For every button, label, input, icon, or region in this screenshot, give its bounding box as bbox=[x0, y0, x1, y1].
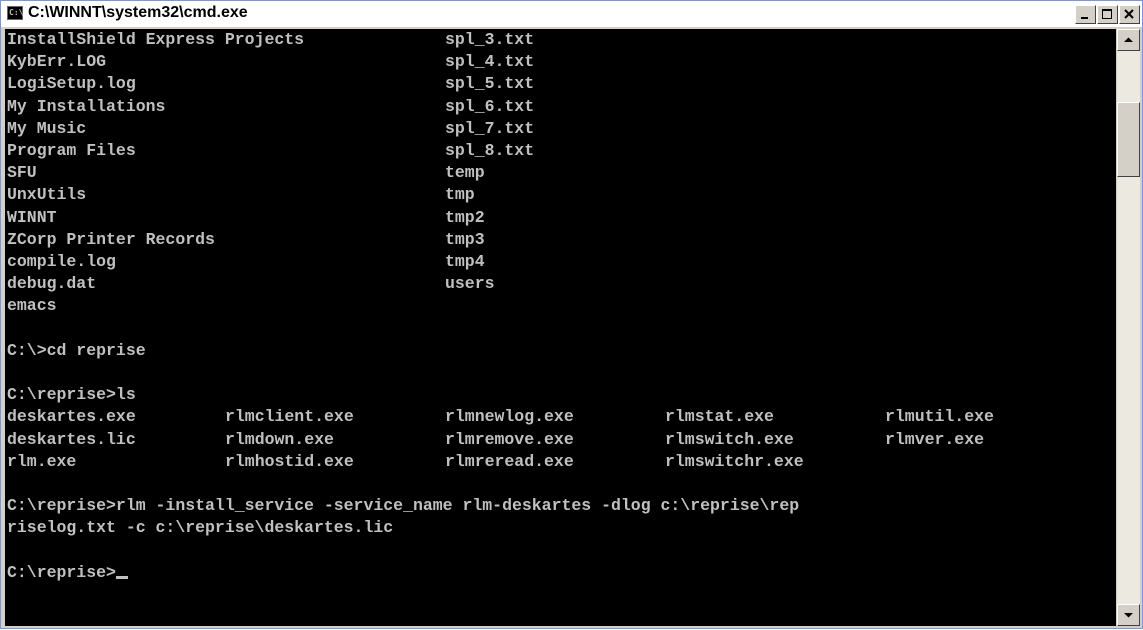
command-line-cd: C:\>cd reprise bbox=[7, 340, 146, 360]
scroll-thumb[interactable] bbox=[1117, 102, 1140, 177]
arrow-up-icon bbox=[1124, 37, 1133, 42]
console-output[interactable]: InstallShield Express Projects spl_3.txt K… bbox=[5, 29, 1116, 626]
listing-entry: debug.dat bbox=[7, 274, 97, 294]
listing-entry: users bbox=[445, 274, 495, 294]
scroll-down-button[interactable] bbox=[1117, 604, 1140, 626]
window-controls bbox=[1074, 5, 1140, 24]
listing-entry: LogiSetup.log bbox=[7, 74, 136, 94]
listing-entry: SFU bbox=[7, 163, 37, 183]
listing-entry: tmp2 bbox=[445, 207, 485, 227]
listing-entry: compile.log bbox=[7, 252, 116, 271]
ls-entry: rlmstat.exe bbox=[665, 407, 774, 427]
command-line-install: C:\reprise>rlm -install_service -service… bbox=[7, 496, 800, 516]
listing-entry: KybErr.LOG bbox=[7, 52, 107, 72]
listing-entry: Program Files bbox=[7, 141, 136, 160]
listing-entry: spl_8.txt bbox=[445, 141, 535, 160]
listing-entry: WINNT bbox=[7, 207, 57, 227]
minimize-button[interactable] bbox=[1075, 5, 1096, 24]
ls-entry: rlmremove.exe bbox=[445, 429, 574, 449]
cmd-window: C:\ C:\WINNT\system32\cmd.exe InstallShi… bbox=[0, 0, 1143, 629]
maximize-button[interactable] bbox=[1097, 5, 1118, 24]
listing-entry: InstallShield Express Projects bbox=[7, 30, 305, 49]
minimize-icon bbox=[1081, 17, 1088, 19]
maximize-icon bbox=[1102, 9, 1112, 19]
ls-entry: deskartes.lic bbox=[7, 429, 136, 449]
vertical-scrollbar[interactable] bbox=[1117, 29, 1140, 626]
ls-entry: rlmclient.exe bbox=[225, 407, 354, 427]
listing-entry: My Music bbox=[7, 118, 87, 138]
ls-entry: rlmhostid.exe bbox=[225, 451, 354, 471]
title-bar[interactable]: C:\ C:\WINNT\system32\cmd.exe bbox=[1, 1, 1142, 27]
ls-entry: rlmnewlog.exe bbox=[445, 407, 574, 427]
text-cursor bbox=[115, 575, 128, 579]
listing-entry: tmp3 bbox=[445, 229, 485, 249]
listing-entry: tmp bbox=[445, 185, 475, 205]
ls-entry: rlmreread.exe bbox=[445, 451, 574, 471]
ls-entry: rlmdown.exe bbox=[225, 429, 334, 449]
cmd-icon[interactable]: C:\ bbox=[7, 6, 23, 20]
ls-entry: rlmswitchr.exe bbox=[665, 451, 804, 471]
window-title: C:\WINNT\system32\cmd.exe bbox=[28, 4, 248, 21]
listing-entry: spl_6.txt bbox=[445, 96, 535, 116]
command-line-ls: C:\reprise>ls bbox=[7, 385, 136, 405]
scroll-up-button[interactable] bbox=[1117, 29, 1140, 51]
ls-entry: rlmver.exe bbox=[885, 429, 985, 449]
listing-entry: spl_4.txt bbox=[445, 52, 535, 72]
listing-entry: spl_3.txt bbox=[445, 30, 535, 49]
prompt: C:\reprise> bbox=[7, 562, 116, 582]
ls-entry: rlmswitch.exe bbox=[665, 429, 794, 449]
listing-entry: tmp4 bbox=[445, 252, 485, 271]
listing-entry: emacs bbox=[7, 296, 57, 316]
arrow-down-icon bbox=[1124, 613, 1133, 618]
ls-entry: rlm.exe bbox=[7, 451, 77, 471]
ls-entry: rlmutil.exe bbox=[885, 407, 994, 427]
command-line-install-cont: riselog.txt -c c:\reprise\deskartes.lic bbox=[7, 518, 394, 538]
ls-entry: deskartes.exe bbox=[7, 407, 136, 427]
close-icon bbox=[1124, 9, 1134, 19]
listing-entry: spl_5.txt bbox=[445, 74, 535, 94]
listing-entry: temp bbox=[445, 163, 485, 183]
listing-entry: UnxUtils bbox=[7, 185, 87, 205]
listing-entry: spl_7.txt bbox=[445, 118, 535, 138]
listing-entry: ZCorp Printer Records bbox=[7, 229, 215, 249]
close-button[interactable] bbox=[1119, 5, 1140, 24]
prompt-line: C:\reprise> bbox=[7, 562, 128, 584]
listing-entry: My Installations bbox=[7, 96, 166, 116]
